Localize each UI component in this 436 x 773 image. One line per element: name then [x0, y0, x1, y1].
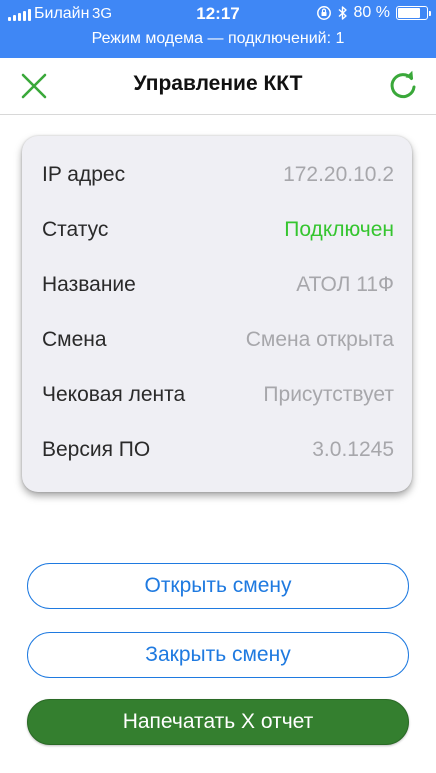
- info-row-receipt-tape: Чековая лента Присутствует: [42, 377, 394, 413]
- close-shift-button[interactable]: Закрыть смену: [27, 632, 409, 678]
- status-bar: Билайн 3G 12:17 80 % Режим модема — подк…: [0, 0, 436, 58]
- info-row-name: Название АТОЛ 11Ф: [42, 267, 394, 303]
- info-row-ip: IP адрес 172.20.10.2: [42, 157, 394, 193]
- battery-icon: [396, 6, 431, 20]
- info-row-status: Статус Подключен: [42, 212, 394, 248]
- print-x-report-button[interactable]: Напечатать Х отчет: [27, 699, 409, 745]
- info-label: Версия ПО: [42, 438, 151, 461]
- info-label: Чековая лента: [42, 383, 186, 406]
- info-label: IP адрес: [42, 163, 126, 186]
- status-value: Подключен: [284, 218, 394, 241]
- hotspot-banner[interactable]: Режим модема — подключений: 1: [0, 30, 436, 48]
- info-label: Название: [42, 273, 136, 296]
- page-title: Управление ККТ: [133, 72, 303, 95]
- info-value: 3.0.1245: [312, 438, 394, 461]
- refresh-button[interactable]: [386, 68, 420, 102]
- orientation-lock-icon: [316, 6, 331, 20]
- navigation-bar: Управление ККТ: [0, 58, 436, 115]
- info-row-firmware: Версия ПО 3.0.1245: [42, 432, 394, 468]
- bluetooth-icon: [338, 6, 347, 20]
- device-info-card: IP адрес 172.20.10.2 Статус Подключен На…: [22, 136, 412, 492]
- info-value: АТОЛ 11Ф: [296, 273, 394, 296]
- info-value: Присутствует: [263, 383, 394, 406]
- refresh-icon: [390, 70, 416, 99]
- info-label: Статус: [42, 218, 109, 241]
- info-label: Смена: [42, 328, 107, 351]
- info-value: Смена открыта: [245, 328, 394, 351]
- open-shift-button[interactable]: Открыть смену: [27, 563, 409, 609]
- info-row-shift: Смена Смена открыта: [42, 322, 394, 358]
- battery-percentage: 80 %: [353, 4, 390, 21]
- info-value: 172.20.10.2: [283, 163, 394, 186]
